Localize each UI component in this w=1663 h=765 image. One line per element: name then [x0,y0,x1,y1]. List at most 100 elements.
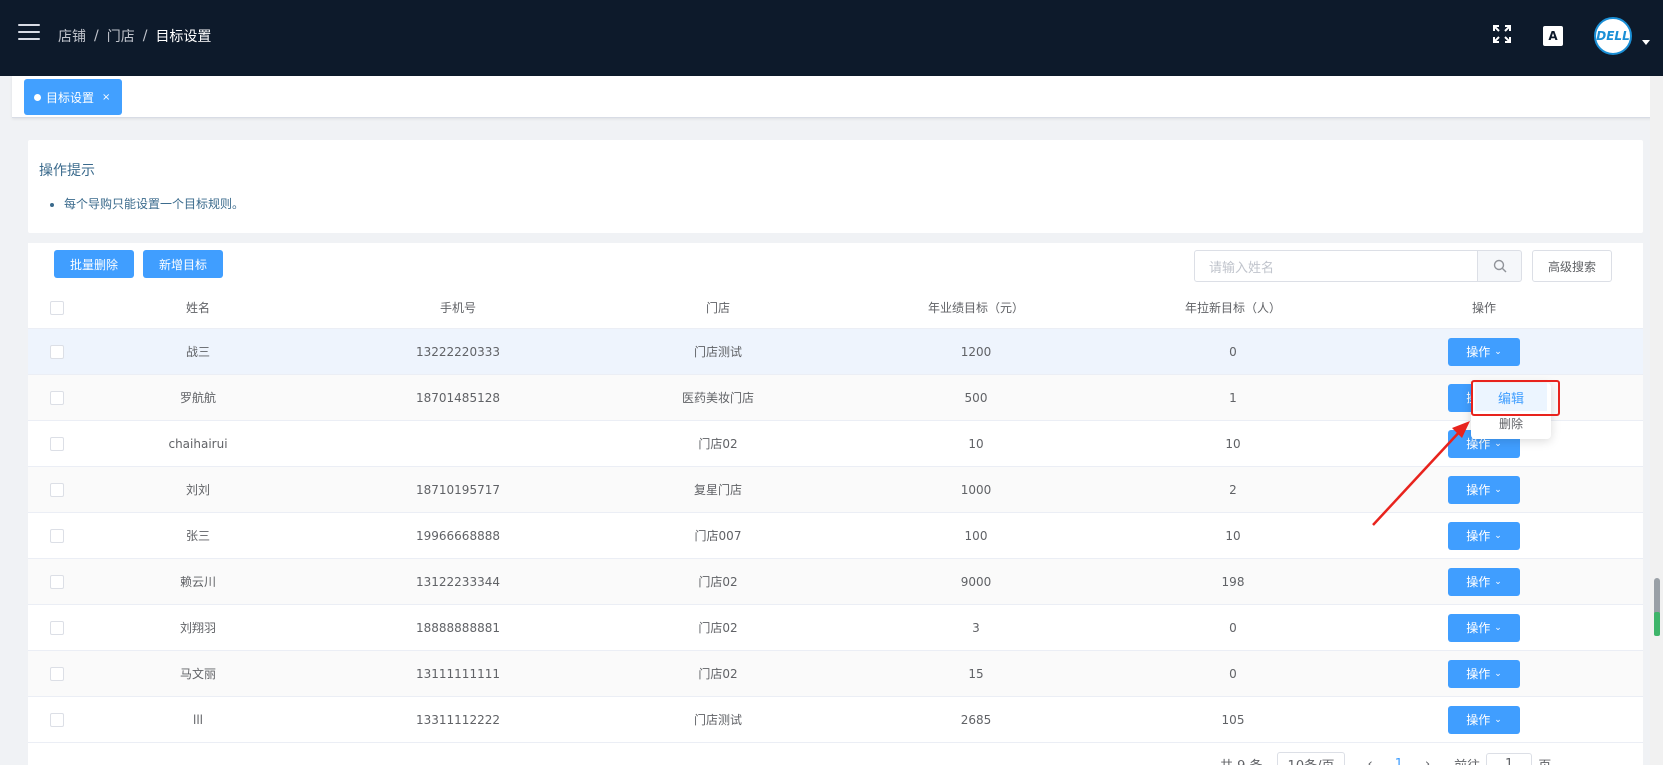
advanced-search-button[interactable]: 高级搜索 [1532,250,1612,282]
header-operation: 操作 [1471,301,1496,315]
language-icon-glyph: A [1548,29,1558,43]
caret-down-icon[interactable] [1642,40,1650,45]
row-checkbox[interactable] [50,574,64,589]
fullscreen-icon[interactable] [1492,24,1512,44]
operation-button-label: 操作 [1466,667,1491,681]
tags-view-bar: 目标设置 × [12,76,1663,118]
row-checkbox[interactable] [50,482,64,497]
breadcrumb-separator: / [142,28,148,44]
cell-store: 门店测试 [693,713,742,727]
table-row[interactable]: 刘刘 18710195717 复星门店 1000 2 操作 ⌄ [28,467,1643,513]
cell-sales-target: 3 [972,620,980,635]
operation-dropdown-button[interactable]: 操作⌄ [1448,337,1520,366]
table-row[interactable]: chaihairui 门店02 10 10 操作 ⌄ [28,421,1643,467]
goto-page-input[interactable]: 1 [1486,752,1533,765]
add-target-button[interactable]: 新增目标 [143,250,223,278]
prev-page-button[interactable]: ‹ [1367,757,1372,765]
cell-sales-target: 2685 [960,712,992,727]
cell-operation: 操作⌄ [1428,467,1540,512]
hamburger-menu-icon[interactable] [18,24,40,42]
cell-phone [378,421,538,466]
cell-phone: 19966668888 [416,528,500,543]
table-row[interactable]: 刘翔羽 18888888881 门店02 3 0 操作 ⌄ [28,605,1643,651]
tips-title: 操作提示 [39,163,95,179]
cell-phone: 13222220333 [416,344,500,359]
cell-name: 刘刘 [185,483,210,497]
tab-label: 目标设置 [46,90,95,105]
breadcrumb-item-current: 目标设置 [155,29,212,45]
name-search-input[interactable]: 请输入姓名 [1194,250,1478,282]
operation-dropdown-button[interactable]: 操作⌄ [1448,613,1520,642]
row-checkbox-cell [42,559,72,604]
cell-phone: 13111111111 [416,666,500,681]
cell-phone: 13122233344 [416,574,500,589]
language-switch-icon[interactable]: A [1543,26,1563,46]
annotation-highlight-box [1471,380,1560,416]
batch-delete-button[interactable]: 批量删除 [54,250,134,278]
table-row[interactable]: 马文丽 13111111111 门店02 15 0 操作 ⌄ [28,651,1643,697]
operation-button-label: 操作 [1466,575,1491,589]
cell-store: 门店02 [698,437,738,451]
page-size-select[interactable]: 10条/页 [1276,752,1346,765]
main-panel: 批量删除 新增目标 请输入姓名 高级搜索 姓名 手机号 门店 年业绩目标（元） … [28,243,1643,765]
cell-phone: 13311112222 [416,712,500,727]
operation-button-label: 操作 [1466,483,1491,497]
table-row[interactable]: 张三 19966668888 门店007 100 10 操作 ⌄ [28,513,1643,559]
row-checkbox-cell [42,651,72,696]
operation-tips-card: 操作提示 每个导购只能设置一个目标规则。 [28,140,1643,233]
select-all-checkbox[interactable] [50,300,64,315]
header-new-target: 年拉新目标（人） [1184,301,1281,315]
avatar[interactable]: DELL [1594,17,1632,55]
cell-name: 罗航航 [179,391,216,405]
cell-store: 门店02 [698,575,738,589]
operation-dropdown-button[interactable]: 操作⌄ [1448,475,1520,504]
operation-dropdown-button[interactable]: 操作⌄ [1448,567,1520,596]
goto-label: 前往 [1454,755,1480,765]
page-number-current[interactable]: 1 [1395,757,1403,765]
select-all-cell [42,287,72,328]
cell-name: 赖云川 [179,575,216,589]
chevron-down-icon: ⌄ [1494,668,1502,679]
operation-button-label: 操作 [1466,345,1491,359]
operation-button-label: 操作 [1466,529,1491,543]
operation-dropdown-button[interactable]: 操作⌄ [1448,521,1520,550]
row-checkbox[interactable] [50,528,64,543]
table-row[interactable]: lll 13311112222 门店测试 2685 105 操作 ⌄ [28,697,1643,743]
table-row[interactable]: 战三 13222220333 门店测试 1200 0 操作 ⌄ [28,329,1643,375]
chevron-down-icon: ⌄ [1494,530,1502,541]
cell-name: 战三 [185,345,210,359]
row-checkbox[interactable] [50,390,64,405]
cell-phone: 18701485128 [416,390,500,405]
cell-new-target: 0 [1229,666,1237,681]
row-checkbox[interactable] [50,436,64,451]
cell-new-target: 10 [1225,436,1241,451]
chevron-down-icon: ⌄ [1494,714,1502,725]
operation-dropdown-button[interactable]: 操作⌄ [1448,705,1520,734]
row-checkbox[interactable] [50,666,64,681]
table-row[interactable]: 赖云川 13122233344 门店02 9000 198 操作 ⌄ [28,559,1643,605]
breadcrumb-item-shop[interactable]: 店铺 [58,26,86,46]
chevron-down-icon: ⌄ [1494,438,1502,449]
cell-name: lll [192,712,203,727]
cell-sales-target: 15 [968,666,984,681]
operation-button-label: 操作 [1466,713,1491,727]
next-page-button[interactable]: › [1425,757,1430,765]
row-checkbox[interactable] [50,620,64,635]
tips-list: 每个导购只能设置一个目标规则。 [64,195,244,212]
close-icon[interactable]: × [102,92,110,103]
search-button[interactable] [1477,250,1522,282]
pagination: 共 9 条 10条/页 ‹ 1 › 前往 1 页 [1220,752,1551,765]
scrollbar-track[interactable] [1650,76,1663,765]
operation-dropdown-button[interactable]: 操作⌄ [1448,659,1520,688]
row-checkbox[interactable] [50,712,64,727]
tab-target-settings[interactable]: 目标设置 × [24,79,122,115]
cell-operation: 操作⌄ [1428,651,1540,696]
cell-operation: 操作⌄ [1428,559,1540,604]
row-checkbox-cell [42,421,72,466]
cell-store: 门店02 [698,621,738,635]
row-checkbox-cell [42,697,72,742]
table-row[interactable]: 罗航航18701485128医药美妆门店5001操作⌄ [28,375,1643,421]
row-checkbox[interactable] [50,344,64,359]
breadcrumb-item-store[interactable]: 门店 [107,26,135,46]
active-dot-icon [34,93,41,101]
